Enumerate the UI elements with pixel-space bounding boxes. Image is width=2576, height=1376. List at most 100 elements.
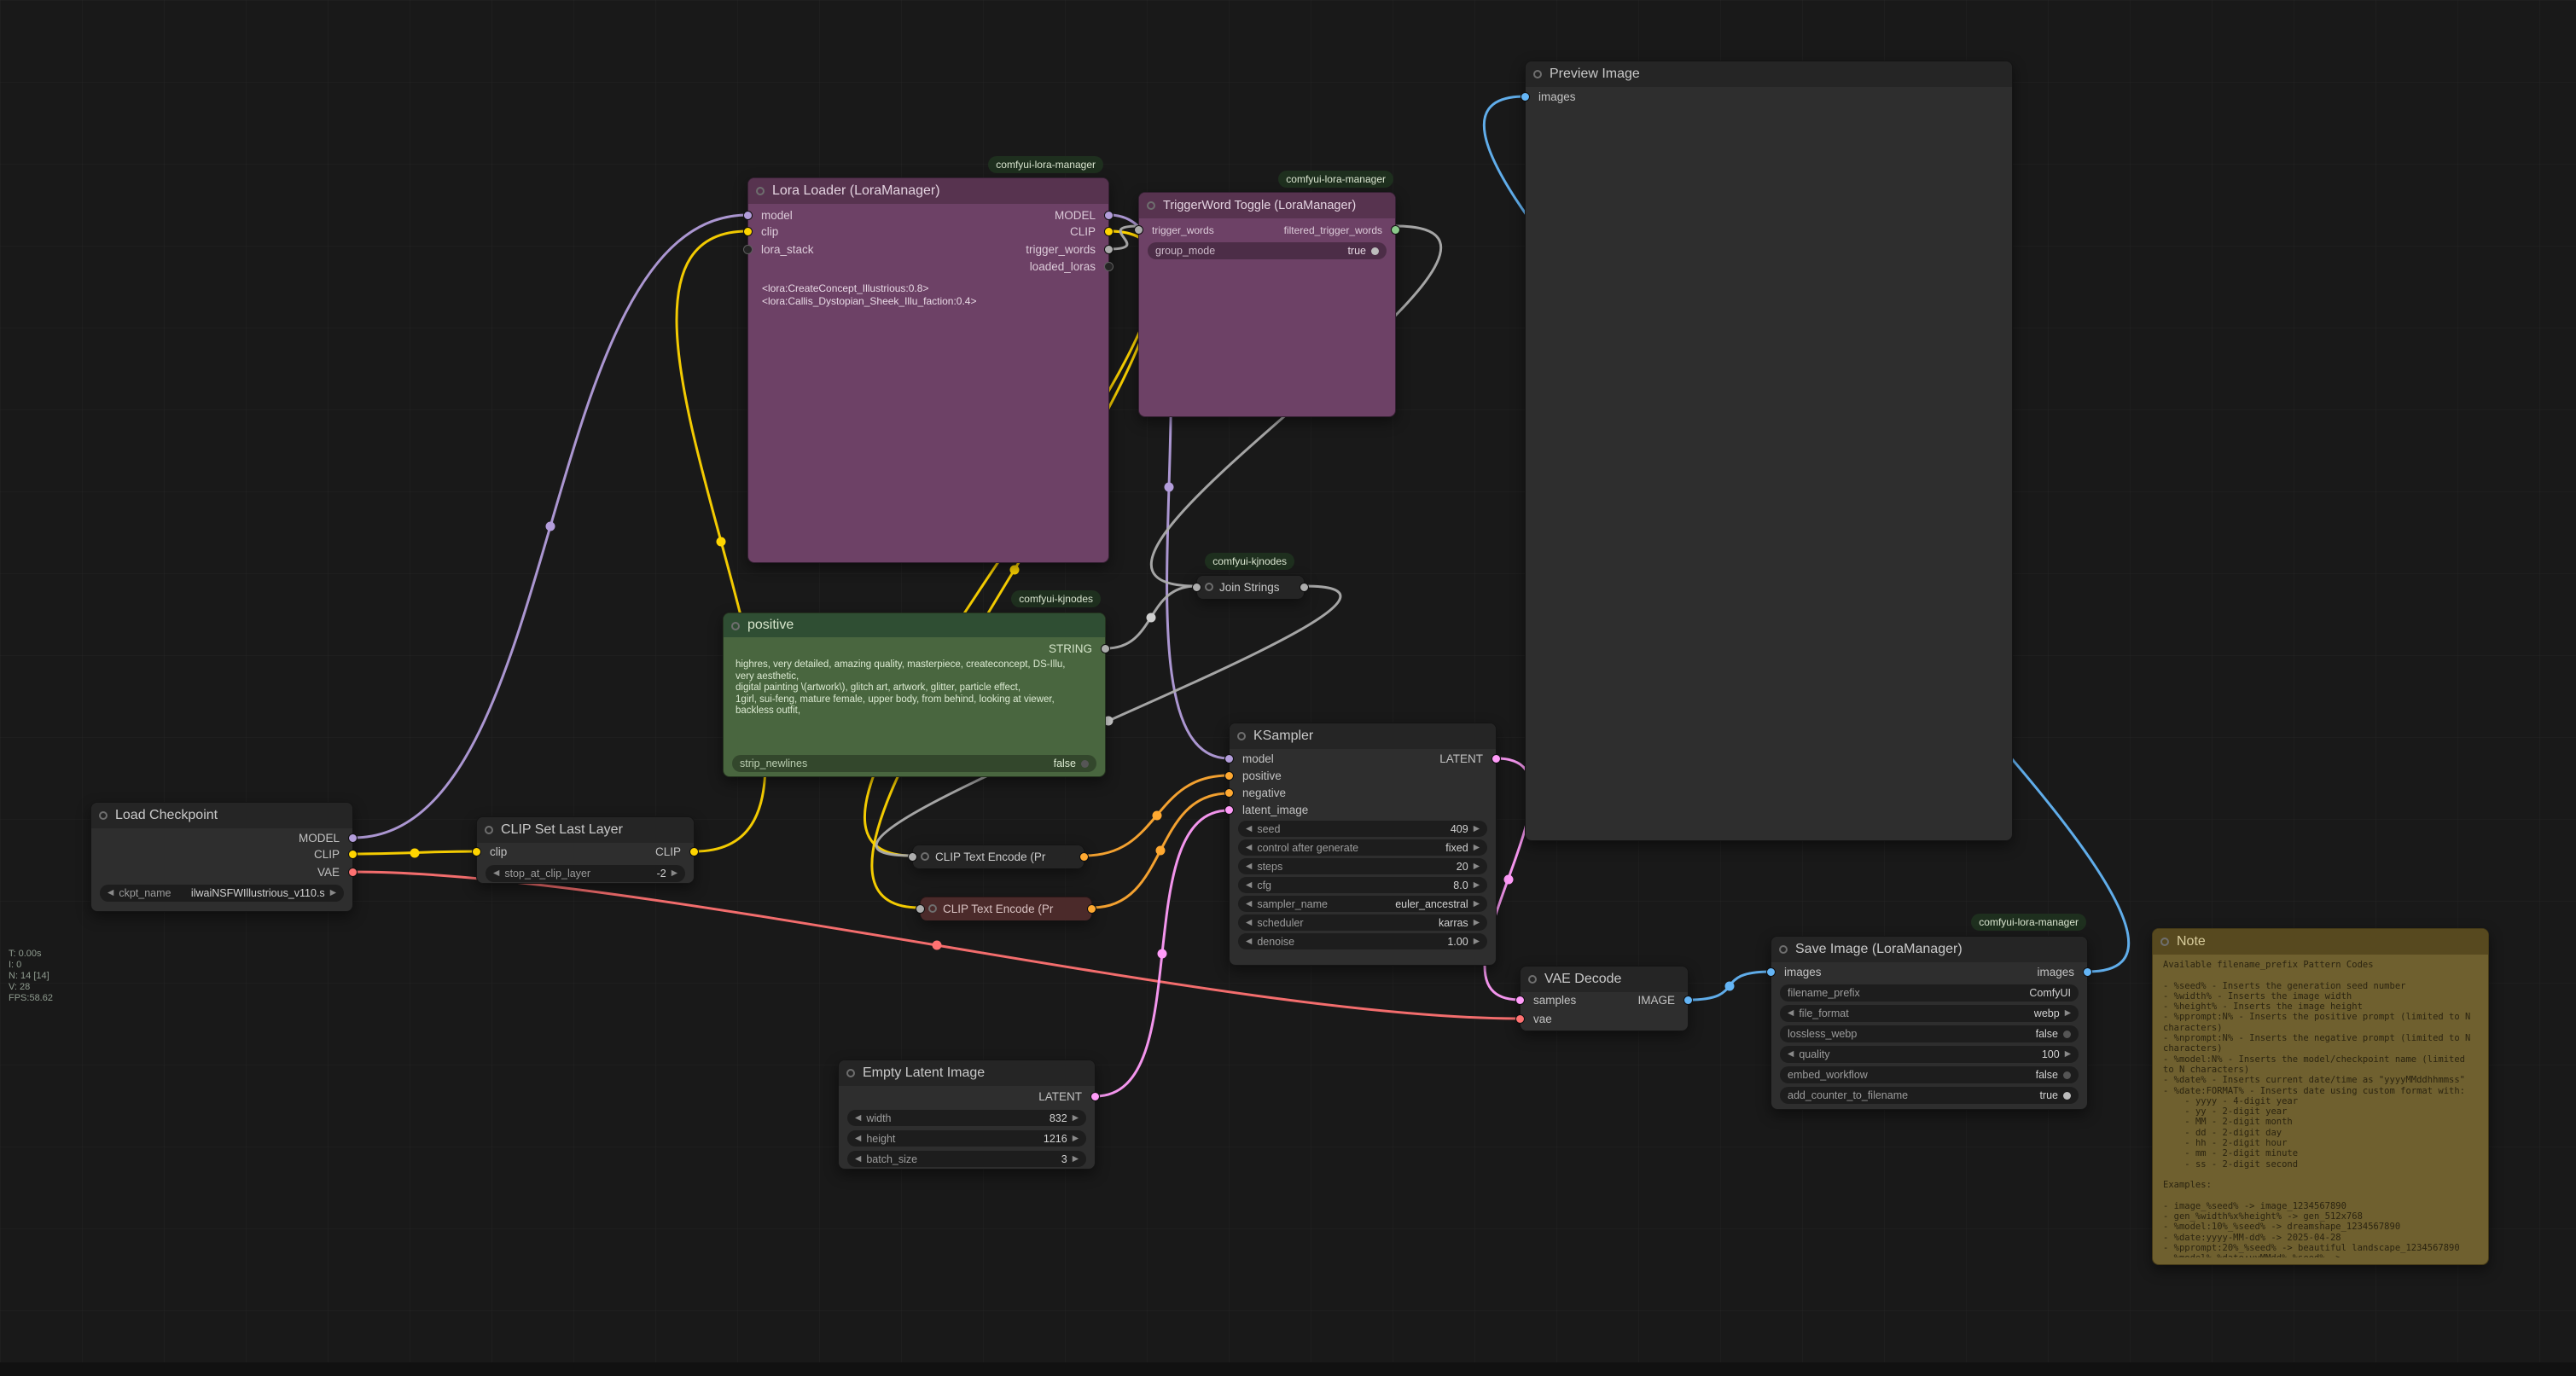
decrement-arrow-icon[interactable]: ◀: [493, 865, 499, 882]
clip-input-port[interactable]: [472, 847, 481, 856]
node-title-bar[interactable]: CLIP Text Encode (Pr: [913, 845, 1084, 868]
node-title-bar[interactable]: VAE Decode: [1521, 967, 1688, 992]
positive-input-port[interactable]: [1224, 771, 1234, 781]
node-clip-text-encode-positive[interactable]: CLIP Text Encode (Pr: [912, 845, 1084, 868]
width-widget[interactable]: ◀ width 832 ▶: [847, 1110, 1086, 1126]
toggle-knob-icon[interactable]: [2063, 1071, 2071, 1079]
node-title-bar[interactable]: Lora Loader (LoraManager): [748, 178, 1108, 204]
lora-tags-text[interactable]: <lora:CreateConcept_Illustrious:0.8> <lo…: [762, 282, 1095, 308]
node-empty-latent-image[interactable]: Empty Latent Image LATENT ◀ width 832 ▶ …: [838, 1060, 1096, 1170]
collapse-dot-icon[interactable]: [1528, 975, 1537, 984]
node-title-bar[interactable]: Join Strings: [1197, 576, 1304, 599]
decrement-arrow-icon[interactable]: ◀: [1246, 877, 1252, 893]
increment-arrow-icon[interactable]: ▶: [1474, 896, 1480, 912]
filtered-trigger-words-output-port[interactable]: [1391, 225, 1400, 235]
scheduler-widget[interactable]: ◀ scheduler karras ▶: [1238, 914, 1487, 931]
node-clip-text-encode-negative[interactable]: CLIP Text Encode (Pr: [920, 897, 1092, 920]
latent-image-input-port[interactable]: [1224, 805, 1234, 815]
batch-size-widget[interactable]: ◀ batch_size 3 ▶: [847, 1151, 1086, 1167]
clip-output-port[interactable]: [689, 847, 699, 856]
increment-arrow-icon[interactable]: ▶: [1474, 858, 1480, 874]
node-title-bar[interactable]: CLIP Set Last Layer: [477, 817, 694, 843]
clip-input-port[interactable]: [743, 227, 753, 236]
height-widget[interactable]: ◀ height 1216 ▶: [847, 1130, 1086, 1147]
node-join-strings[interactable]: Join Strings: [1196, 575, 1305, 598]
conditioning-output-port[interactable]: [1087, 904, 1096, 914]
node-lora-loader[interactable]: Lora Loader (LoraManager) model clip lor…: [747, 177, 1109, 563]
collapse-dot-icon[interactable]: [921, 852, 929, 861]
increment-arrow-icon[interactable]: ▶: [1073, 1110, 1079, 1126]
cfg-widget[interactable]: ◀ cfg 8.0 ▶: [1238, 877, 1487, 893]
strip-newlines-toggle[interactable]: strip_newlines false: [732, 755, 1096, 772]
conditioning-output-port[interactable]: [1079, 852, 1089, 862]
prompt-textarea[interactable]: highres, very detailed, amazing quality,…: [736, 659, 1093, 739]
vae-output-port[interactable]: [348, 868, 358, 877]
collapse-dot-icon[interactable]: [1533, 70, 1542, 78]
collapse-dot-icon[interactable]: [1147, 201, 1155, 210]
collapse-dot-icon[interactable]: [846, 1069, 855, 1077]
samples-input-port[interactable]: [1515, 996, 1525, 1005]
node-preview-image[interactable]: Preview Image images: [1525, 61, 2013, 841]
collapse-dot-icon[interactable]: [1779, 945, 1788, 954]
increment-arrow-icon[interactable]: ▶: [2065, 1005, 2071, 1022]
model-input-port[interactable]: [1224, 754, 1234, 763]
node-title-bar[interactable]: Preview Image: [1526, 61, 2012, 87]
decrement-arrow-icon[interactable]: ◀: [1788, 1046, 1794, 1063]
latent-output-port[interactable]: [1492, 754, 1501, 763]
collapse-dot-icon[interactable]: [1237, 732, 1246, 740]
latent-output-port[interactable]: [1090, 1092, 1100, 1101]
lora-stack-input-port[interactable]: [743, 245, 753, 254]
note-text[interactable]: Available filename_prefix Pattern Codes …: [2163, 960, 2480, 1257]
toggle-knob-icon[interactable]: [2063, 1031, 2071, 1038]
collapse-dot-icon[interactable]: [731, 622, 740, 630]
group-mode-toggle[interactable]: group_mode true: [1148, 242, 1387, 259]
collapse-dot-icon[interactable]: [756, 187, 765, 195]
clip-output-port[interactable]: [348, 850, 358, 859]
node-vae-decode[interactable]: VAE Decode samples vae IMAGE: [1520, 966, 1689, 1031]
model-output-port[interactable]: [1104, 211, 1114, 220]
stop-at-clip-layer-widget[interactable]: ◀ stop_at_clip_layer -2 ▶: [486, 865, 685, 882]
increment-arrow-icon[interactable]: ▶: [1474, 877, 1480, 893]
node-positive-prompt[interactable]: positive STRING highres, very detailed, …: [723, 613, 1106, 777]
string-output-port[interactable]: [1101, 644, 1110, 653]
node-title-bar[interactable]: CLIP Text Encode (Pr: [921, 897, 1091, 920]
images-input-port[interactable]: [1521, 92, 1530, 102]
steps-widget[interactable]: ◀ steps 20 ▶: [1238, 858, 1487, 874]
toggle-knob-icon[interactable]: [2063, 1092, 2071, 1100]
decrement-arrow-icon[interactable]: ◀: [1246, 914, 1252, 931]
file-format-widget[interactable]: ◀ file_format webp ▶: [1780, 1005, 2079, 1022]
decrement-arrow-icon[interactable]: ◀: [1788, 1005, 1794, 1022]
control-after-generate-widget[interactable]: ◀ control after generate fixed ▶: [1238, 839, 1487, 856]
collapse-dot-icon[interactable]: [99, 811, 108, 820]
node-triggerword-toggle[interactable]: TriggerWord Toggle (LoraManager) trigger…: [1138, 192, 1396, 417]
increment-arrow-icon[interactable]: ▶: [1073, 1130, 1079, 1147]
add-counter-to-filename-toggle[interactable]: add_counter_to_filename true: [1780, 1087, 2079, 1104]
model-output-port[interactable]: [348, 833, 358, 843]
increment-arrow-icon[interactable]: ▶: [1474, 839, 1480, 856]
node-title-bar[interactable]: Save Image (LoraManager): [1771, 937, 2087, 962]
node-title-bar[interactable]: Note: [2153, 929, 2488, 955]
loaded-loras-output-port[interactable]: [1104, 262, 1114, 271]
increment-arrow-icon[interactable]: ▶: [330, 885, 336, 902]
decrement-arrow-icon[interactable]: ◀: [855, 1151, 861, 1167]
decrement-arrow-icon[interactable]: ◀: [1246, 896, 1252, 912]
collapse-dot-icon[interactable]: [485, 826, 493, 834]
collapse-dot-icon[interactable]: [928, 904, 937, 913]
decrement-arrow-icon[interactable]: ◀: [1246, 839, 1252, 856]
clip-output-port[interactable]: [1104, 227, 1114, 236]
filename-prefix-widget[interactable]: filename_prefix ComfyUI: [1780, 984, 2079, 1002]
trigger-words-output-port[interactable]: [1104, 245, 1114, 254]
collapse-dot-icon[interactable]: [2160, 938, 2169, 946]
model-input-port[interactable]: [743, 211, 753, 220]
sampler-name-widget[interactable]: ◀ sampler_name euler_ancestral ▶: [1238, 896, 1487, 912]
ckpt-name-combo[interactable]: ◀ ckpt_name ilwaiNSFWIllustrious_v110.s …: [100, 885, 344, 902]
collapsed-inputs-port[interactable]: [916, 904, 925, 914]
quality-widget[interactable]: ◀ quality 100 ▶: [1780, 1046, 2079, 1063]
image-output-port[interactable]: [1683, 996, 1693, 1005]
denoise-widget[interactable]: ◀ denoise 1.00 ▶: [1238, 933, 1487, 949]
node-clip-set-last-layer[interactable]: CLIP Set Last Layer clip CLIP ◀ stop_at_…: [476, 816, 695, 884]
collapsed-inputs-port[interactable]: [908, 852, 917, 862]
seed-widget[interactable]: ◀ seed 409 ▶: [1238, 821, 1487, 837]
node-save-image[interactable]: Save Image (LoraManager) images images f…: [1771, 936, 2088, 1110]
node-title-bar[interactable]: Load Checkpoint: [91, 803, 352, 828]
